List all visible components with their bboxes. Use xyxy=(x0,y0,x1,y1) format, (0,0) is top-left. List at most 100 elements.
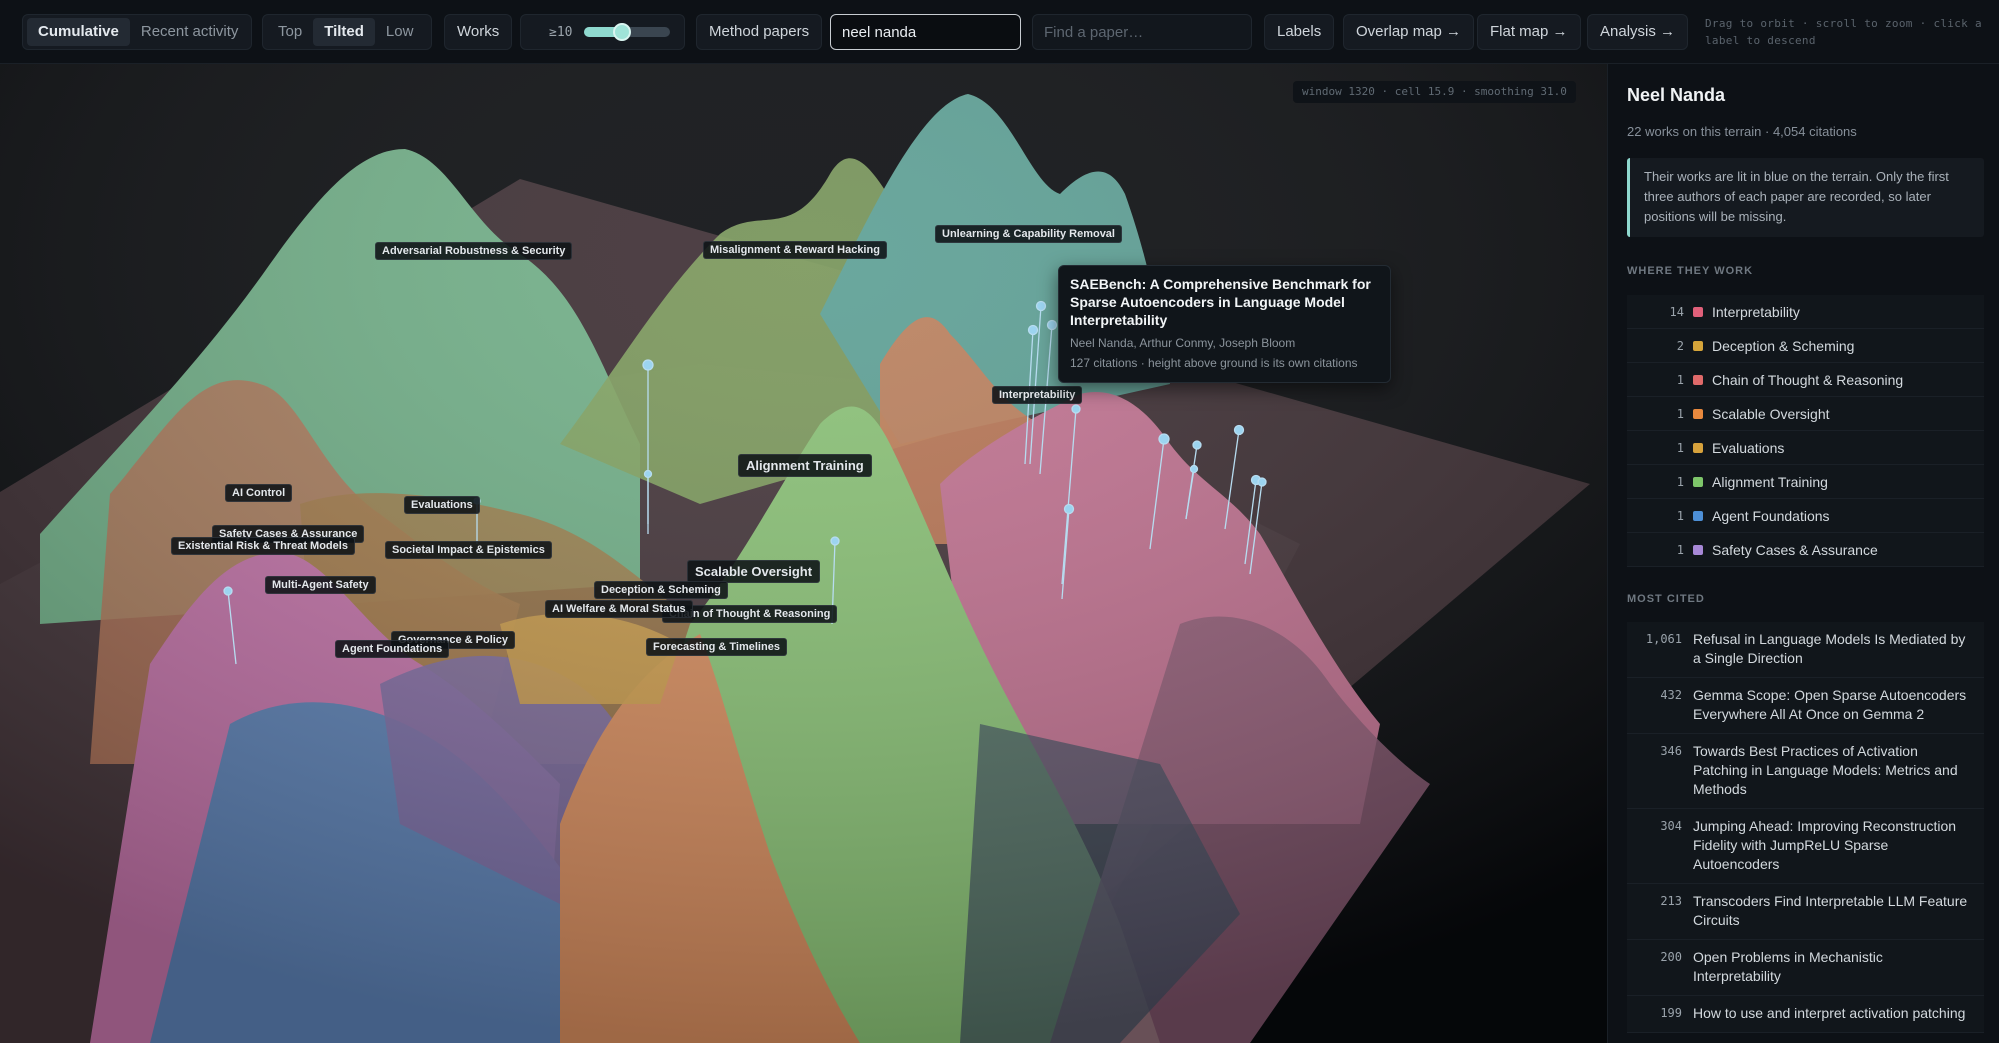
view-top[interactable]: Top xyxy=(267,18,313,46)
tooltip-meta: 127 citations · height above ground is i… xyxy=(1070,356,1358,370)
cited-paper-row[interactable]: 432 Gemma Scope: Open Sparse Autoencoders… xyxy=(1627,678,1984,734)
most-cited-heading: MOST CITED xyxy=(1627,593,1705,605)
topic-count: 1 xyxy=(1676,474,1684,489)
method-papers-button[interactable]: Method papers xyxy=(696,14,823,50)
label-interpretability[interactable]: Interpretability xyxy=(992,386,1083,404)
topic-count: 1 xyxy=(1676,406,1684,421)
label-forecasting[interactable]: Forecasting & Timelines xyxy=(646,638,787,656)
topic-label: Safety Cases & Assurance xyxy=(1712,541,1878,558)
citation-threshold: ≥10 xyxy=(520,14,685,50)
view-low[interactable]: Low xyxy=(375,18,425,46)
label-societal-impact[interactable]: Societal Impact & Epistemics xyxy=(385,541,552,559)
label-adversarial-robustness[interactable]: Adversarial Robustness & Security xyxy=(375,242,573,260)
topic-row[interactable]: 1 Scalable Oversight xyxy=(1627,397,1984,431)
citation-count: 199 xyxy=(1660,1006,1682,1020)
work-pin xyxy=(642,359,654,371)
topic-label: Deception & Scheming xyxy=(1712,337,1855,354)
terrain-viewport[interactable]: window 1320 · cell 15.9 · smoothing 31.0… xyxy=(0,64,1607,1043)
topic-color-swatch xyxy=(1693,510,1703,521)
paper-title: How to use and interpret activation patc… xyxy=(1693,1005,1966,1021)
overlap-map-button[interactable]: Overlap map → xyxy=(1343,14,1475,50)
topic-color-swatch xyxy=(1693,374,1703,385)
work-pin xyxy=(1257,477,1267,487)
topic-label: Agent Foundations xyxy=(1712,507,1830,524)
citation-count: 346 xyxy=(1660,744,1682,758)
label-multi-agent-safety[interactable]: Multi-Agent Safety xyxy=(265,576,376,594)
topic-label: Interpretability xyxy=(1712,303,1800,320)
work-pin xyxy=(1035,300,1047,312)
interaction-hint: Drag to orbit · scroll to zoom · click a… xyxy=(1705,17,1982,47)
topic-row[interactable]: 2 Deception & Scheming xyxy=(1627,329,1984,363)
author-note: Their works are lit in blue on the terra… xyxy=(1627,158,1984,237)
topic-row[interactable]: 14 Interpretability xyxy=(1627,295,1984,329)
cited-paper-row[interactable]: 199 How to use and interpret activation p… xyxy=(1627,996,1984,1033)
cited-paper-row[interactable]: 213 Transcoders Find Interpretable LLM Fe… xyxy=(1627,884,1984,940)
work-pin xyxy=(1027,324,1039,336)
author-name: Neel Nanda xyxy=(1627,85,1726,105)
label-ai-welfare[interactable]: AI Welfare & Moral Status xyxy=(545,600,693,618)
paper-title: Refusal in Language Models Is Mediated b… xyxy=(1693,631,1966,666)
topic-label: Scalable Oversight xyxy=(1712,405,1830,422)
slider-thumb[interactable] xyxy=(613,23,632,41)
tab-cumulative[interactable]: Cumulative xyxy=(27,18,130,46)
topic-row[interactable]: 1 Evaluations xyxy=(1627,431,1984,465)
label-misalignment[interactable]: Misalignment & Reward Hacking xyxy=(703,241,887,259)
paper-title: Jumping Ahead: Improving Reconstruction … xyxy=(1693,818,1957,872)
threshold-label: ≥10 xyxy=(549,24,573,40)
label-unlearning[interactable]: Unlearning & Capability Removal xyxy=(935,225,1122,243)
topic-label: Chain of Thought & Reasoning xyxy=(1712,371,1904,388)
paper-title: Gemma Scope: Open Sparse Autoencoders Ev… xyxy=(1693,687,1967,722)
cited-paper-row[interactable]: 200 Open Problems in Mechanistic Interpre… xyxy=(1627,940,1984,996)
topic-row[interactable]: 1 Chain of Thought & Reasoning xyxy=(1627,363,1984,397)
topic-count: 1 xyxy=(1676,372,1684,387)
label-deception-scheming[interactable]: Deception & Scheming xyxy=(594,581,728,599)
label-ai-control[interactable]: AI Control xyxy=(225,484,293,502)
citation-count: 213 xyxy=(1660,894,1682,908)
paper-title: Transcoders Find Interpretable LLM Featu… xyxy=(1693,893,1968,928)
view-tilted[interactable]: Tilted xyxy=(313,18,375,46)
author-stats: 22 works on this terrain · 4,054 citatio… xyxy=(1627,124,1857,139)
paper-title: Towards Best Practices of Activation Pat… xyxy=(1693,743,1958,797)
label-scalable-oversight[interactable]: Scalable Oversight xyxy=(687,560,821,583)
topic-color-swatch xyxy=(1693,306,1703,317)
topic-count: 1 xyxy=(1676,542,1684,557)
topic-row[interactable]: 1 Safety Cases & Assurance xyxy=(1627,533,1984,567)
topic-row[interactable]: 1 Agent Foundations xyxy=(1627,499,1984,533)
mode-toggle: Cumulative Recent activity xyxy=(22,14,252,50)
topic-color-swatch xyxy=(1693,476,1703,487)
work-pin xyxy=(643,469,653,479)
cited-paper-row[interactable]: 1,061 Refusal in Language Models Is Media… xyxy=(1627,622,1984,678)
topic-count: 1 xyxy=(1676,508,1684,523)
label-evaluations[interactable]: Evaluations xyxy=(404,496,480,514)
topic-count: 14 xyxy=(1669,304,1684,319)
citation-count: 304 xyxy=(1660,819,1682,833)
view-toggle: Top Tilted Low xyxy=(262,14,432,50)
topic-color-swatch xyxy=(1693,442,1703,453)
flat-map-button[interactable]: Flat map → xyxy=(1477,14,1581,50)
topic-label: Evaluations xyxy=(1712,439,1785,456)
work-pin xyxy=(1071,404,1081,414)
label-alignment-training[interactable]: Alignment Training xyxy=(738,454,872,477)
tab-recent-activity[interactable]: Recent activity xyxy=(130,18,250,46)
cited-paper-row[interactable]: 304 Jumping Ahead: Improving Reconstructi… xyxy=(1627,809,1984,884)
topic-color-swatch xyxy=(1693,408,1703,419)
work-pin xyxy=(1158,433,1170,445)
work-pin xyxy=(1046,319,1058,331)
topic-row[interactable]: 1 Alignment Training xyxy=(1627,465,1984,499)
work-pin xyxy=(1192,440,1202,450)
analysis-button[interactable]: Analysis → xyxy=(1587,14,1689,50)
work-pin xyxy=(1189,464,1199,474)
most-cited-list: 1,061 Refusal in Language Models Is Media… xyxy=(1627,622,1984,1033)
works-button[interactable]: Works xyxy=(444,14,513,50)
topic-count: 2 xyxy=(1676,338,1684,353)
labels-button[interactable]: Labels xyxy=(1264,14,1335,50)
work-pin xyxy=(1233,424,1245,436)
author-panel: Neel Nanda 22 works on this terrain · 4,… xyxy=(1607,64,1999,1043)
threshold-slider[interactable] xyxy=(584,23,671,41)
label-agent-foundations[interactable]: Agent Foundations xyxy=(335,640,450,658)
paper-search-input[interactable] xyxy=(1032,14,1252,50)
render-status: window 1320 · cell 15.9 · smoothing 31.0 xyxy=(1293,81,1576,103)
label-existential-risk[interactable]: Existential Risk & Threat Models xyxy=(171,537,355,555)
cited-paper-row[interactable]: 346 Towards Best Practices of Activation … xyxy=(1627,734,1984,809)
author-search-input[interactable] xyxy=(830,14,1021,50)
